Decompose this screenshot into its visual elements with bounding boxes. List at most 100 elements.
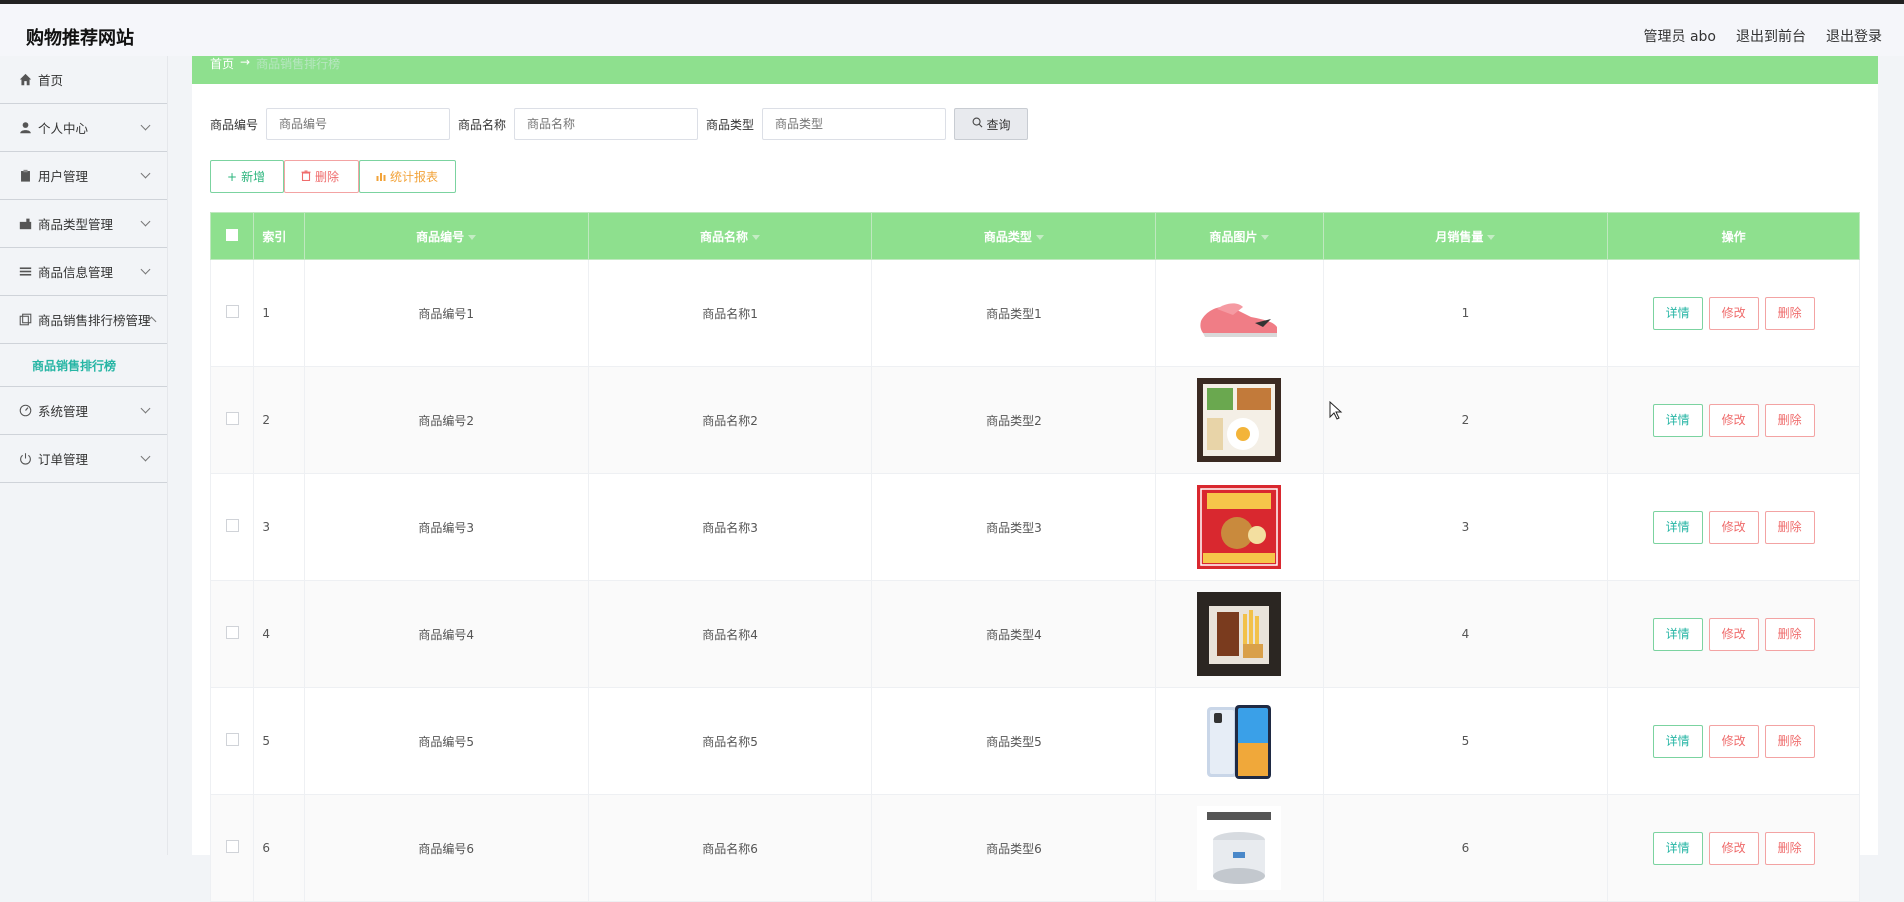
gauge-icon	[18, 404, 32, 418]
detail-button[interactable]: 详情	[1652, 510, 1703, 544]
delete-button[interactable]: 删除	[1764, 724, 1815, 758]
sidebar-subitem-sales-ranking[interactable]: 商品销售排行榜	[0, 344, 167, 387]
row-checkbox[interactable]	[225, 305, 239, 318]
edit-button[interactable]: 修改	[1708, 403, 1759, 437]
clipboard-icon	[18, 169, 32, 183]
logout-link[interactable]: 退出登录	[1826, 26, 1882, 46]
copy-icon	[18, 313, 32, 327]
sort-icon[interactable]	[1487, 234, 1496, 240]
row-checkbox[interactable]	[225, 519, 239, 532]
row-sales: 2	[1322, 366, 1609, 474]
delete-button[interactable]: 删除	[1764, 296, 1815, 330]
header-type-label: 商品类型	[983, 229, 1032, 244]
type-search-input[interactable]	[762, 108, 947, 140]
detail-button[interactable]: 详情	[1652, 296, 1703, 330]
chevron-down-icon	[140, 168, 151, 179]
sneaker-image	[1197, 271, 1282, 355]
code-search-input[interactable]	[266, 108, 451, 140]
row-index: 4	[253, 580, 305, 688]
row-checkbox[interactable]	[225, 840, 239, 853]
header-code-label: 商品编号	[416, 229, 465, 244]
sort-icon[interactable]	[468, 234, 477, 240]
row-code: 商品编号2	[303, 366, 589, 474]
edit-button[interactable]: 修改	[1708, 617, 1759, 651]
sidebar-item-home[interactable]: 首页	[0, 56, 167, 104]
breadcrumb-arrow-icon: →	[240, 55, 251, 69]
name-search-input[interactable]	[514, 108, 699, 140]
breadcrumb-home[interactable]: 首页	[210, 55, 234, 72]
edit-button[interactable]: 修改	[1708, 510, 1759, 544]
search-form: 商品编号 商品名称 商品类型 查询	[210, 108, 1029, 140]
code-label: 商品编号	[210, 117, 259, 132]
table-header-row: 索引 商品编号 商品名称 商品类型 商品图片 月销售量 操作	[209, 212, 1860, 260]
name-label: 商品名称	[458, 117, 507, 132]
row-name: 商品名称3	[587, 473, 873, 581]
row-code: 商品编号6	[303, 794, 589, 902]
row-image-cell	[1155, 794, 1324, 902]
header-code[interactable]: 商品编号	[303, 212, 589, 260]
sidebar-item-users[interactable]: 用户管理	[0, 152, 167, 200]
delete-button[interactable]: 删除	[1764, 831, 1815, 865]
user-icon	[18, 121, 32, 135]
site-title: 购物推荐网站	[26, 28, 134, 49]
row-code: 商品编号4	[303, 580, 589, 688]
sidebar-item-products[interactable]: 商品信息管理	[0, 248, 167, 296]
sort-icon[interactable]	[1035, 234, 1044, 240]
add-button-label: 新增	[241, 170, 266, 184]
report-button[interactable]: 统计报表	[359, 160, 456, 193]
detail-button[interactable]: 详情	[1652, 403, 1703, 437]
header-image[interactable]: 商品图片	[1155, 212, 1324, 260]
sidebar-item-system[interactable]: 系统管理	[0, 387, 167, 435]
sidebar: 首页 个人中心 用户管理 商品类型管理 商品信息管理 商品销售排行榜管理 商品销…	[0, 56, 168, 855]
select-all-checkbox[interactable]	[226, 228, 239, 241]
header-type[interactable]: 商品类型	[871, 212, 1157, 260]
sort-icon[interactable]	[1261, 234, 1270, 240]
to-front-link[interactable]: 退出到前台	[1736, 26, 1806, 46]
sort-icon[interactable]	[752, 234, 761, 240]
sidebar-item-sales-ranking[interactable]: 商品销售排行榜管理	[0, 296, 167, 344]
delete-button[interactable]: 删除	[1764, 617, 1815, 651]
row-image-cell	[1155, 366, 1324, 474]
sidebar-item-orders[interactable]: 订单管理	[0, 435, 167, 483]
top-right-menu: 管理员 abo 退出到前台 退出登录	[1644, 26, 1882, 46]
search-button[interactable]: 查询	[954, 108, 1029, 140]
header-name[interactable]: 商品名称	[587, 212, 873, 260]
sidebar-item-label: 商品类型管理	[38, 217, 114, 232]
search-button-label: 查询	[986, 117, 1011, 132]
edit-button[interactable]: 修改	[1708, 724, 1759, 758]
row-index: 1	[253, 259, 305, 367]
detail-button[interactable]: 详情	[1652, 831, 1703, 865]
row-ops: 详情 修改 删除	[1607, 473, 1860, 581]
sidebar-item-category[interactable]: 商品类型管理	[0, 200, 167, 248]
row-type: 商品类型5	[871, 687, 1157, 795]
row-ops: 详情 修改 删除	[1607, 687, 1860, 795]
detail-button[interactable]: 详情	[1652, 724, 1703, 758]
sidebar-item-personal[interactable]: 个人中心	[0, 104, 167, 152]
row-code: 商品编号3	[303, 473, 589, 581]
header-name-label: 商品名称	[700, 229, 749, 244]
row-index: 6	[253, 794, 305, 902]
delete-button[interactable]: 删除	[1764, 510, 1815, 544]
header-sales[interactable]: 月销售量	[1322, 212, 1609, 260]
row-checkbox[interactable]	[225, 733, 239, 746]
main-content: 首页 → 商品销售排行榜 商品编号 商品名称 商品类型 查询 + 新增 删除 统…	[192, 55, 1878, 902]
row-type: 商品类型3	[871, 473, 1157, 581]
header-checkbox-cell[interactable]	[209, 212, 255, 260]
batch-delete-button[interactable]: 删除	[284, 160, 359, 193]
row-sales: 6	[1322, 794, 1609, 902]
edit-button[interactable]: 修改	[1708, 296, 1759, 330]
detail-button[interactable]: 详情	[1652, 617, 1703, 651]
delete-button[interactable]: 删除	[1764, 403, 1815, 437]
table-row: 5 商品编号5 商品名称5 商品类型5 5 详情 修改 删除	[209, 687, 1860, 795]
row-checkbox[interactable]	[225, 626, 239, 639]
sidebar-item-label: 用户管理	[38, 169, 89, 184]
row-name: 商品名称1	[587, 259, 873, 367]
row-checkbox[interactable]	[225, 412, 239, 425]
row-ops: 详情 修改 删除	[1607, 794, 1860, 902]
row-ops: 详情 修改 删除	[1607, 580, 1860, 688]
row-image-cell	[1155, 580, 1324, 688]
row-checkbox-cell	[209, 259, 255, 367]
add-button[interactable]: + 新增	[210, 160, 284, 193]
edit-button[interactable]: 修改	[1708, 831, 1759, 865]
row-name: 商品名称4	[587, 580, 873, 688]
